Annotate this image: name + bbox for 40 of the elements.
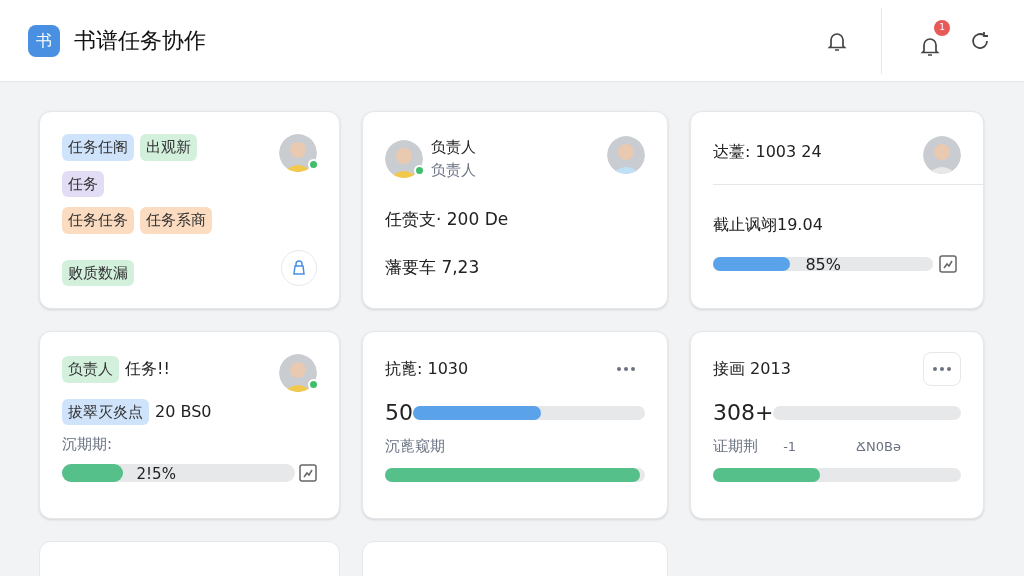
chart-icon [299, 463, 317, 482]
avatar [279, 354, 317, 392]
tag: 任务 [62, 170, 104, 197]
tag: 拔翠灭炎点 [62, 398, 149, 425]
app-logo: 书 [28, 24, 60, 57]
more-button[interactable] [923, 352, 961, 386]
field-value: -1 [783, 437, 797, 456]
card-title: 接画 2013 [713, 358, 791, 380]
tag: 负责人 [62, 356, 119, 383]
field-label: 沉蓖窥期 [385, 436, 446, 457]
row-text: 任务!! [125, 358, 170, 381]
avatar [279, 134, 317, 172]
field-value: ՃN0Bə [856, 437, 901, 456]
chart-icon [939, 255, 957, 273]
card-title: 抗蓖: 1030 [385, 358, 469, 380]
detail-text: 藩要车 7,23 [385, 255, 481, 279]
progress-label: 2!5% [136, 463, 176, 485]
card-title: 达薹: 1003 24 [713, 141, 822, 163]
tag: 任务任务 [62, 207, 134, 234]
field-label: 证期荆 [713, 436, 759, 457]
avatar [385, 139, 423, 178]
stat-value: 308+ [713, 399, 774, 427]
tag: 任务任阁 [62, 134, 134, 161]
avatar [923, 136, 961, 174]
stat-value: 50 [385, 399, 413, 427]
progress-label: 85% [805, 254, 841, 276]
tag: 败质数漏 [62, 259, 134, 286]
tag: 任务系商 [140, 207, 212, 234]
detail-text: 任赍支· 200 De [385, 208, 510, 231]
person-name: 负责人 [431, 137, 476, 158]
notification-button[interactable]: 1 [910, 19, 950, 62]
bag-icon [291, 260, 307, 276]
row-text: 20 BS0 [155, 400, 212, 423]
notification-badge: 1 [934, 19, 950, 36]
avatar [607, 136, 645, 174]
field-label: 沉期期: [62, 434, 114, 455]
tag: 出观新 [140, 134, 197, 161]
app-title: 书谱任务协作 [74, 27, 206, 55]
person-role: 负责人 [431, 159, 476, 181]
deadline-text: 截止讽翊19.04 [713, 214, 824, 236]
